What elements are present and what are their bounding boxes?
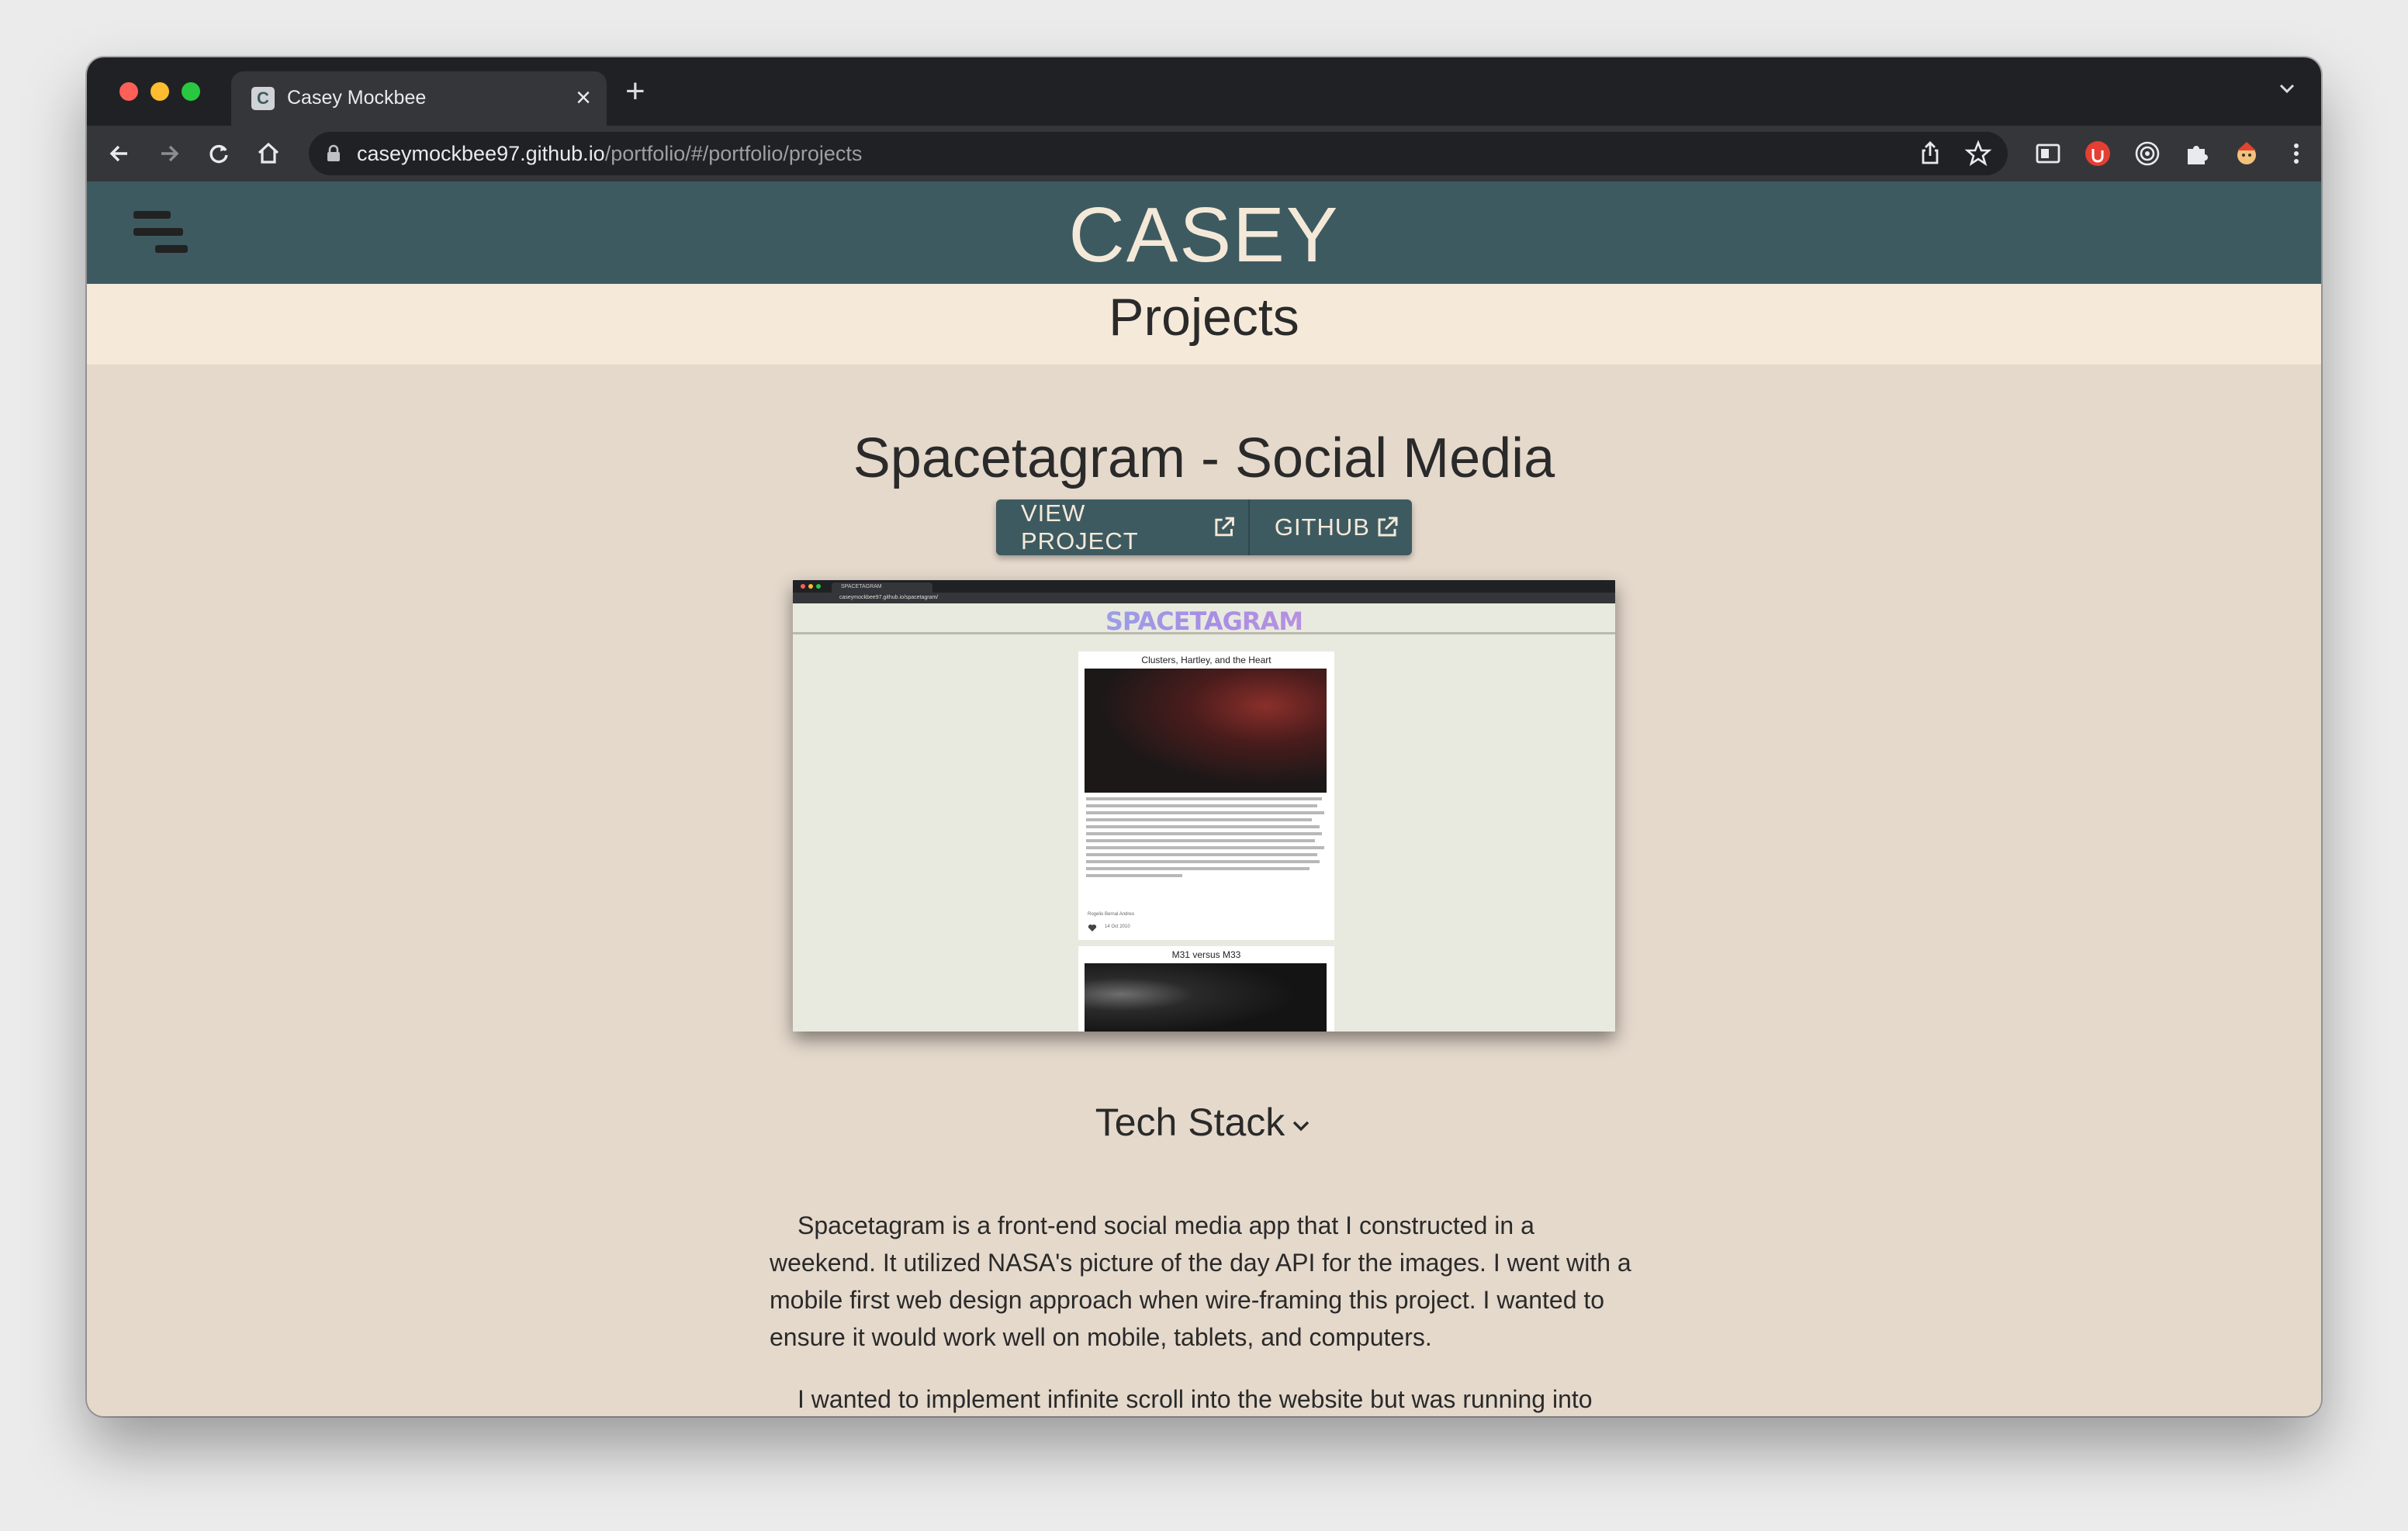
preview-post-image [1085, 669, 1327, 793]
project-description-paragraph: Spacetagram is a front-end social media … [770, 1211, 1631, 1351]
project-description-paragraph: I wanted to implement infinite scroll in… [797, 1385, 1593, 1413]
forward-arrow-icon[interactable] [155, 140, 183, 168]
extensions-puzzle-icon[interactable] [2183, 140, 2211, 168]
profile-avatar-icon[interactable] [2233, 140, 2261, 168]
url-text: caseymockbee97.github.io/portfolio/#/por… [357, 142, 862, 166]
preview-logo: SPACETAGRAM [793, 607, 1615, 636]
address-bar[interactable]: caseymockbee97.github.io/portfolio/#/por… [309, 132, 2008, 175]
preview-post-card: M31 versus M33 [1078, 946, 1334, 1032]
view-project-button[interactable]: VIEW PROJECT [996, 499, 1248, 555]
heart-icon [1088, 924, 1097, 931]
preview-url: caseymockbee97.github.io/spacetagram/ [839, 595, 939, 600]
back-arrow-icon[interactable] [106, 140, 133, 168]
home-icon[interactable] [254, 140, 282, 168]
maximize-window-button[interactable] [182, 82, 200, 101]
project-title: Spacetagram - Social Media [853, 427, 1555, 489]
bookmark-star-icon[interactable] [1964, 140, 1992, 168]
project-screenshot: SPACETAGRAM caseymockbee97.github.io/spa… [793, 580, 1615, 1032]
url-host: caseymockbee97.github.io [357, 142, 605, 165]
extension-adblock-icon[interactable] [2084, 140, 2112, 168]
preview-post-card: Clusters, Hartley, and the Heart Rogelio… [1078, 651, 1334, 940]
section-title: Projects [1109, 288, 1299, 347]
external-link-icon [1214, 517, 1234, 537]
minimize-window-button[interactable] [150, 82, 169, 101]
view-project-label: VIEW PROJECT [1021, 499, 1139, 555]
new-tab-icon[interactable]: + [625, 70, 645, 113]
github-label: GITHUB [1274, 513, 1370, 541]
preview-post-image [1085, 963, 1327, 1032]
favicon-icon: C [251, 87, 275, 110]
tab-strip: C Casey Mockbee × + [87, 57, 2321, 126]
site-title[interactable]: CASEY [87, 191, 2321, 280]
preview-tab: SPACETAGRAM [832, 582, 932, 593]
close-window-button[interactable] [119, 82, 138, 101]
chevron-down-icon[interactable] [2275, 76, 2299, 105]
preview-post-title: Clusters, Hartley, and the Heart [1141, 655, 1271, 665]
browser-toolbar: caseymockbee97.github.io/portfolio/#/por… [87, 126, 2321, 181]
url-path: /portfolio/#/portfolio/projects [604, 142, 863, 165]
close-tab-icon[interactable]: × [576, 82, 591, 113]
lock-icon[interactable] [326, 144, 341, 167]
preview-tab-label: SPACETAGRAM [841, 584, 882, 589]
tech-stack-toggle[interactable]: Tech Stack [87, 1100, 2321, 1145]
page-content: CASEY Projects Spacetagram - Social Medi… [87, 181, 2321, 1416]
preview-post-credit: Rogelio Bernal Andreo [1088, 912, 1135, 917]
github-button[interactable]: GITHUB [1247, 499, 1412, 555]
preview-post-text [1078, 793, 1334, 877]
reading-mode-icon[interactable] [2034, 140, 2062, 168]
browser-tab[interactable]: C Casey Mockbee × [231, 71, 607, 126]
browser-window: C Casey Mockbee × + caseymockbee97.githu… [87, 57, 2321, 1416]
section-header-bar: Projects [87, 284, 2321, 365]
preview-post-title: M31 versus M33 [1171, 949, 1241, 960]
preview-header: SPACETAGRAM [793, 603, 1615, 636]
preview-toolbar: caseymockbee97.github.io/spacetagram/ [793, 593, 1615, 603]
preview-post-date: 14 Oct 2010 [1105, 924, 1130, 929]
site-header: CASEY [87, 181, 2321, 284]
tab-title: Casey Mockbee [287, 87, 427, 109]
tech-stack-label: Tech Stack [1095, 1101, 1285, 1144]
preview-tabbar: SPACETAGRAM [793, 580, 1615, 593]
extension-target-icon[interactable] [2133, 140, 2161, 168]
external-link-icon [1378, 517, 1398, 537]
project-button-group: VIEW PROJECT GITHUB [996, 499, 1412, 555]
chevron-down-icon [1293, 1121, 1310, 1132]
share-icon[interactable] [1916, 140, 1944, 168]
reload-icon[interactable] [205, 140, 233, 168]
browser-menu-icon[interactable] [2282, 140, 2310, 168]
